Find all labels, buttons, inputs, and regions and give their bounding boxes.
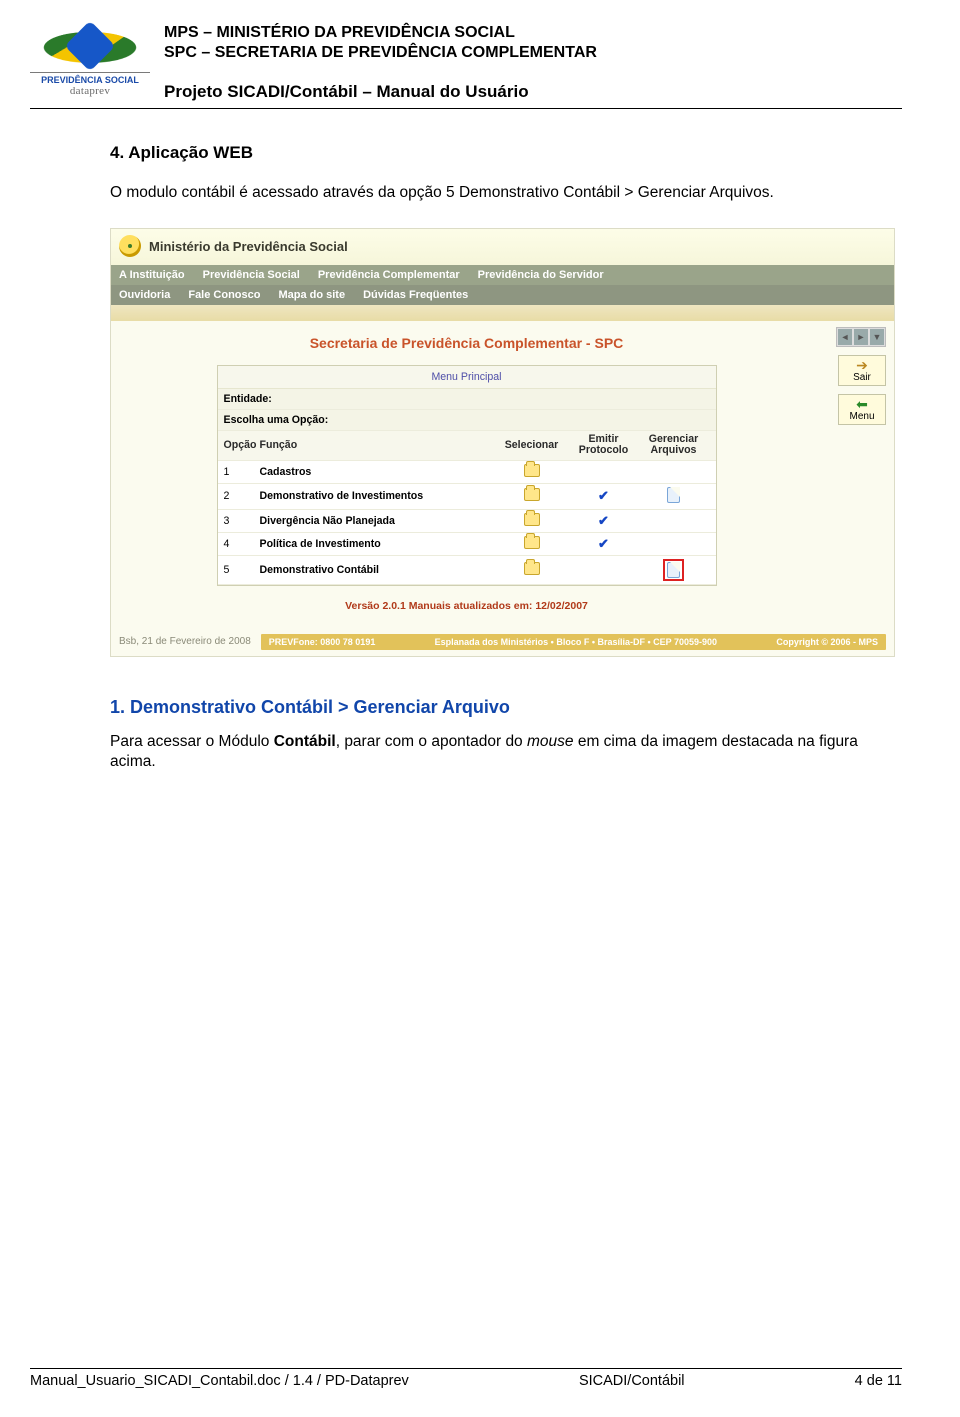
ss-center: Secretaria de Previdência Complementar -… <box>119 327 814 621</box>
entidade-row: Entidade: <box>218 389 716 410</box>
check-icon[interactable]: ✔ <box>570 537 638 551</box>
col-gerenciar: Gerenciar Arquivos <box>638 434 710 456</box>
row-num: 3 <box>224 515 260 527</box>
nav2-tab[interactable]: Mapa do site <box>270 285 355 305</box>
p-prefix: Para acessar o Módulo <box>110 733 274 750</box>
col-funcao: Função <box>260 439 494 451</box>
row-func: Política de Investimento <box>260 538 494 550</box>
section1-title: 1. Demonstrativo Contábil > Gerenciar Ar… <box>110 697 902 718</box>
col-selecionar: Selecionar <box>494 439 570 451</box>
row-num: 5 <box>224 564 260 576</box>
escolha-label: Escolha uma Opção: <box>224 414 329 426</box>
footer-bar-mid: Esplanada dos Ministérios • Bloco F • Br… <box>435 637 717 647</box>
nav2-tab[interactable]: Fale Conosco <box>180 285 270 305</box>
row-func: Divergência Não Planejada <box>260 515 494 527</box>
escolha-row: Escolha uma Opção: <box>218 410 716 431</box>
embedded-screenshot: Ministério da Previdência Social A Insti… <box>110 228 895 656</box>
check-icon[interactable]: ✔ <box>570 489 638 503</box>
nav1-tab[interactable]: Previdência Social <box>195 265 310 285</box>
menu-card: Menu Principal Entidade: Escolha uma Opç… <box>217 365 717 585</box>
menu-row: 4 Política de Investimento ✔ <box>218 533 716 556</box>
nav-down-icon[interactable]: ▼ <box>870 329 884 345</box>
nav-next-icon[interactable]: ► <box>854 329 868 345</box>
row-func: Demonstrativo Contábil <box>260 564 494 576</box>
nav-arrows[interactable]: ◄ ► ▼ <box>836 327 886 347</box>
nav2-tab[interactable]: Dúvidas Freqüentes <box>355 285 478 305</box>
ss-footer-date: Bsb, 21 de Fevereiro de 2008 <box>119 636 251 647</box>
folder-icon[interactable] <box>494 464 570 480</box>
p-bold: Contábil <box>274 733 336 750</box>
footer-center: SICADI/Contábil <box>579 1373 685 1389</box>
footer-left: Manual_Usuario_SICADI_Contabil.doc / 1.4… <box>30 1373 409 1389</box>
row-num: 1 <box>224 466 260 478</box>
p-italic: mouse <box>527 733 574 750</box>
doc-header: PREVIDÊNCIA SOCIAL dataprev MPS – MINIST… <box>30 22 902 109</box>
ss-nav-row2: Ouvidoria Fale Conosco Mapa do site Dúvi… <box>111 285 894 305</box>
row-func: Cadastros <box>260 466 494 478</box>
section4-intro: O modulo contábil é acessado através da … <box>110 183 902 202</box>
menu-row: 3 Divergência Não Planejada ✔ <box>218 510 716 533</box>
menu-row: 2 Demonstrativo de Investimentos ✔ <box>218 484 716 510</box>
brazil-coat-icon <box>119 235 141 257</box>
header-line1: MPS – MINISTÉRIO DA PREVIDÊNCIA SOCIAL <box>164 24 902 42</box>
doc-footer: Manual_Usuario_SICADI_Contabil.doc / 1.4… <box>30 1368 902 1389</box>
version-line: Versão 2.0.1 Manuais atualizados em: 12/… <box>119 586 814 622</box>
menu-row: 1 Cadastros <box>218 461 716 484</box>
header-line2: SPC – SECRETARIA DE PREVIDÊNCIA COMPLEME… <box>164 44 902 62</box>
p-mid: , parar com o apontador do <box>336 733 527 750</box>
folder-icon[interactable] <box>494 513 570 529</box>
col-opcao: Opção <box>224 439 260 451</box>
footer-bar-right: Copyright © 2006 - MPS <box>776 637 878 647</box>
menu-principal-title: Menu Principal <box>218 366 716 389</box>
ss-top-title: Ministério da Previdência Social <box>149 239 348 254</box>
logo-icon <box>44 22 136 70</box>
menu-label: Menu <box>849 411 874 422</box>
sair-label: Sair <box>853 372 871 383</box>
section1-para: Para acessar o Módulo Contábil, parar co… <box>110 732 902 772</box>
menu-button[interactable]: ⬅ Menu <box>838 394 886 425</box>
header-project: Projeto SICADI/Contábil – Manual do Usuá… <box>164 82 902 102</box>
nav-prev-icon[interactable]: ◄ <box>838 329 852 345</box>
header-text: MPS – MINISTÉRIO DA PREVIDÊNCIA SOCIAL S… <box>164 22 902 102</box>
ss-footer-bar: PREVFone: 0800 78 0191 Esplanada dos Min… <box>261 634 886 650</box>
spc-title: Secretaria de Previdência Complementar -… <box>119 327 814 365</box>
logo-sub: dataprev <box>30 85 150 97</box>
doc-icon[interactable] <box>638 487 710 506</box>
menu-header-row: Opção Função Selecionar Emitir Protocolo… <box>218 431 716 460</box>
section4-title: 4. Aplicação WEB <box>110 143 902 163</box>
folder-icon[interactable] <box>494 488 570 504</box>
col-emitir: Emitir Protocolo <box>570 434 638 456</box>
logo-caption: PREVIDÊNCIA SOCIAL <box>30 72 150 85</box>
menu-row: 5 Demonstrativo Contábil <box>218 556 716 585</box>
ss-topbar: Ministério da Previdência Social <box>111 229 894 265</box>
arrow-right-icon: ➔ <box>841 358 883 372</box>
ss-gold-band <box>111 305 894 321</box>
logo-block: PREVIDÊNCIA SOCIAL dataprev <box>30 22 150 97</box>
row-func: Demonstrativo de Investimentos <box>260 490 494 502</box>
doc-icon-highlight[interactable] <box>638 559 710 581</box>
footer-right: 4 de 11 <box>855 1373 902 1389</box>
entidade-label: Entidade: <box>224 393 272 405</box>
arrow-left-icon: ⬅ <box>841 397 883 411</box>
ss-nav-row1: A Instituição Previdência Social Previdê… <box>111 265 894 285</box>
folder-icon[interactable] <box>494 536 570 552</box>
nav2-tab[interactable]: Ouvidoria <box>111 285 180 305</box>
check-icon[interactable]: ✔ <box>570 514 638 528</box>
nav1-tab[interactable]: Previdência Complementar <box>310 265 470 285</box>
row-num: 4 <box>224 538 260 550</box>
sair-button[interactable]: ➔ Sair <box>838 355 886 386</box>
nav1-tab[interactable]: A Instituição <box>111 265 195 285</box>
folder-icon[interactable] <box>494 562 570 578</box>
footer-bar-left: PREVFone: 0800 78 0191 <box>269 637 376 647</box>
side-column: ◄ ► ▼ ➔ Sair ⬅ Menu <box>822 327 886 425</box>
nav1-tab[interactable]: Previdência do Servidor <box>470 265 614 285</box>
row-num: 2 <box>224 490 260 502</box>
ss-footer: Bsb, 21 de Fevereiro de 2008 PREVFone: 0… <box>111 630 894 656</box>
